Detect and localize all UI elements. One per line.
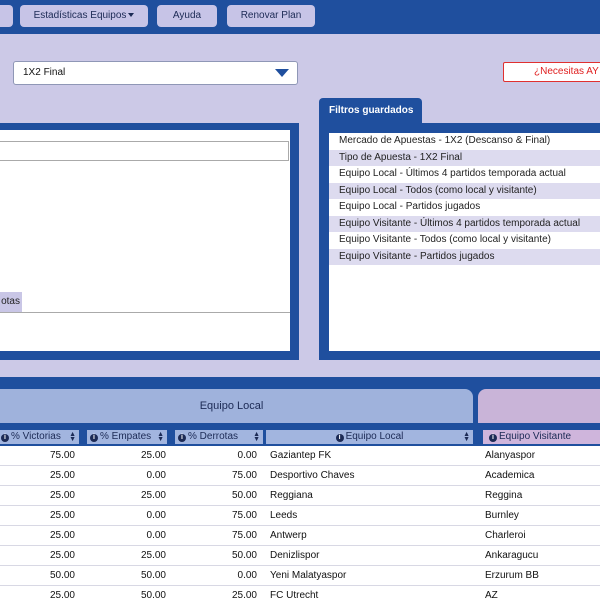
need-help-button[interactable]: ¿Necesitas AY [503,62,600,82]
sort-icon: ▲ ▼ [253,431,260,443]
saved-filter-item[interactable]: Equipo Visitante - Partidos jugados [329,248,600,265]
cell-home-team: Antwerp [270,530,307,541]
table-row[interactable]: 50.00 50.00 0.00 Yeni Malatyaspor Erzuru… [0,566,600,586]
sort-icon: ▲ ▼ [157,431,164,443]
saved-filter-item[interactable]: Equipo Visitante - Últimos 4 partidos te… [329,215,600,232]
saved-filters-title: Filtros guardados [319,98,422,125]
table-row[interactable]: 25.00 25.00 50.00 Denizlispor Ankaragucu [0,546,600,566]
column-header-losses[interactable]: i% Derrotas ▲ ▼ [175,430,263,444]
cell-draws: 25.00 [140,450,166,461]
saved-filter-item[interactable]: Equipo Local - Últimos 4 partidos tempor… [329,166,600,183]
saved-filters-panel: Mercado de Apuestas - 1X2 (Descanso & Fi… [319,123,600,360]
cell-wins: 25.00 [49,590,75,600]
cell-away-team: Ankaragucu [485,550,539,561]
cell-losses: 25.00 [231,590,257,600]
column-header-home-team[interactable]: i Equipo Local ▲ ▼ [266,430,473,444]
column-header-draws[interactable]: i% Empates ▲ ▼ [87,430,167,444]
cell-home-team: Leeds [270,510,298,521]
filter-builder-panel: otas [0,123,299,360]
cell-draws: 0.00 [146,470,166,481]
divider [0,312,290,313]
cell-away-team: Alanyaspor [485,450,536,461]
nav-button-partial[interactable] [0,5,13,27]
cell-away-team: Burnley [485,510,519,521]
cell-away-team: Charleroi [485,530,526,541]
column-header-wins-label: % Victorias [11,431,61,442]
results-section: Equipo Local i% Victorias ▲ ▼ i% Empates … [0,377,600,600]
table-row[interactable]: 75.00 25.00 0.00 Gaziantep FK Alanyaspor [0,446,600,466]
cell-wins: 50.00 [49,570,75,581]
cell-draws: 0.00 [146,530,166,541]
group-header-away-team [478,389,600,423]
cell-wins: 25.00 [49,510,75,521]
table-row[interactable]: 25.00 50.00 25.00 FC Utrecht AZ [0,586,600,600]
cell-away-team: AZ [485,590,498,600]
group-header-home-label: Equipo Local [199,400,264,412]
cell-wins: 25.00 [49,530,75,541]
info-icon: i [1,434,9,442]
table-row[interactable]: 25.00 0.00 75.00 Antwerp Charleroi [0,526,600,546]
sort-icon: ▲ ▼ [69,431,76,443]
info-icon: i [489,434,497,442]
market-select[interactable]: 1X2 Final [13,61,298,85]
saved-filter-item[interactable]: Equipo Local - Partidos jugados [329,199,600,216]
nav-renew-plan-button[interactable]: Renovar Plan [227,5,315,27]
cell-away-team: Erzurum BB [485,570,539,581]
cell-losses: 0.00 [237,450,257,461]
column-header-home-team-label: Equipo Local [345,431,404,442]
top-navbar: Estadísticas Equipos Ayuda Renovar Plan [0,0,600,34]
cell-away-team: Reggina [485,490,523,501]
cell-home-team: Reggiana [270,490,313,501]
results-table: 75.00 25.00 0.00 Gaziantep FK Alanyaspor… [0,446,600,600]
table-row[interactable]: 25.00 0.00 75.00 Desportivo Chaves Acade… [0,466,600,486]
cell-losses: 75.00 [231,530,257,541]
cell-losses: 50.00 [231,490,257,501]
saved-filter-item[interactable]: Tipo de Apuesta - 1X2 Final [329,149,600,166]
saved-filter-item[interactable]: Equipo Local - Todos (como local y visit… [329,182,600,199]
nav-team-stats-dropdown[interactable]: Estadísticas Equipos [20,5,148,27]
filter-builder-body: otas [0,130,290,351]
table-row[interactable]: 25.00 25.00 50.00 Reggiana Reggina [0,486,600,506]
cell-losses: 0.00 [237,570,257,581]
cell-home-team: FC Utrecht [270,590,319,600]
cell-draws: 25.00 [140,550,166,561]
nav-team-stats-label: Estadísticas Equipos [33,10,127,21]
saved-filter-item[interactable]: Mercado de Apuestas - 1X2 (Descanso & Fi… [329,133,600,150]
cell-losses: 75.00 [231,510,257,521]
column-header-draws-label: % Empates [100,431,152,442]
info-icon: i [335,434,344,442]
cell-losses: 50.00 [231,550,257,561]
chevron-down-icon [275,69,289,77]
cell-wins: 25.00 [49,550,75,561]
cell-wins: 25.00 [49,470,75,481]
cell-wins: 75.00 [49,450,75,461]
cell-home-team: Gaziantep FK [270,450,332,461]
cell-draws: 50.00 [140,570,166,581]
filter-text-input[interactable] [0,141,289,161]
cell-away-team: Academica [485,470,535,481]
cell-draws: 50.00 [140,590,166,600]
table-row[interactable]: 25.00 0.00 75.00 Leeds Burnley [0,506,600,526]
saved-filters-list: Mercado de Apuestas - 1X2 (Descanso & Fi… [329,133,600,351]
group-header-home-team: Equipo Local [0,389,473,423]
cell-home-team: Desportivo Chaves [270,470,355,481]
caret-down-icon [128,13,135,17]
info-icon: i [90,434,98,442]
cell-draws: 25.00 [140,490,166,501]
nav-help-button[interactable]: Ayuda [157,5,217,27]
info-icon: i [178,434,186,442]
market-select-value: 1X2 Final [23,67,66,78]
tab-partial[interactable]: otas [0,292,22,312]
cell-losses: 75.00 [231,470,257,481]
column-header-wins[interactable]: i% Victorias ▲ ▼ [0,430,79,444]
cell-wins: 25.00 [49,490,75,501]
column-header-away-team-label: Equipo Visitante [499,431,572,442]
column-header-away-team[interactable]: i Equipo Visitante [483,430,600,444]
saved-filter-item[interactable]: Equipo Visitante - Todos (como local y v… [329,232,600,249]
cell-home-team: Denizlispor [270,550,320,561]
sort-icon: ▲ ▼ [463,431,470,443]
cell-draws: 0.00 [146,510,166,521]
column-header-losses-label: % Derrotas [188,431,239,442]
cell-home-team: Yeni Malatyaspor [270,570,347,581]
